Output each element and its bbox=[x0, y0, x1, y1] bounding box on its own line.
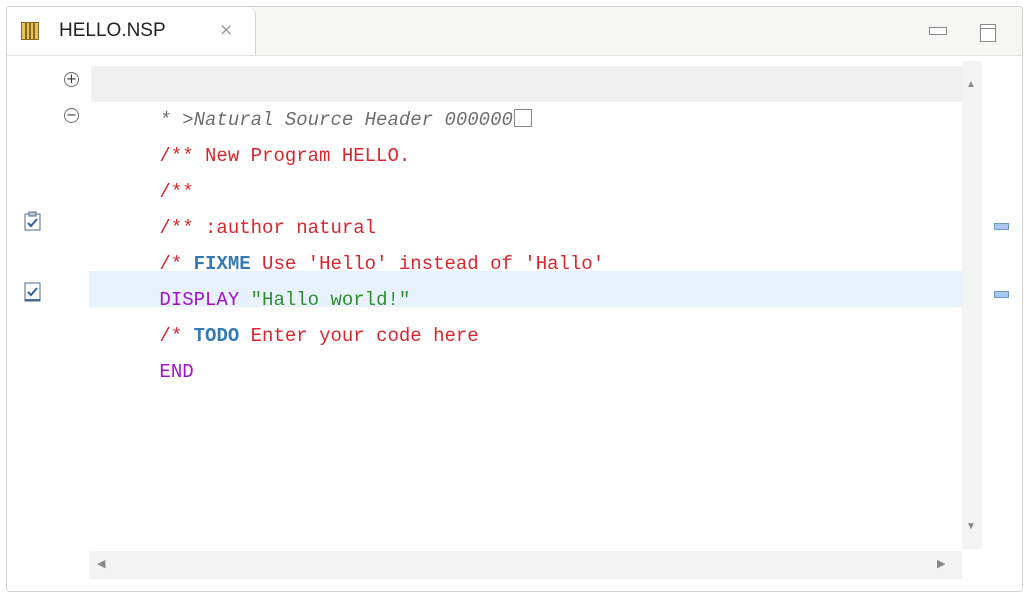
scroll-right-arrow-icon[interactable]: ▶ bbox=[937, 557, 945, 570]
tab-bar: HELLO.NSP ⨯ bbox=[7, 7, 1022, 56]
code-line-7[interactable]: /* TODO Enter your code here bbox=[91, 282, 478, 347]
code-line-6[interactable]: DISPLAY "Hallo world!" bbox=[91, 246, 410, 311]
code-line-5[interactable]: /* FIXME Use 'Hello' instead of 'Hallo' bbox=[91, 210, 604, 275]
horizontal-scrollbar[interactable] bbox=[89, 551, 962, 579]
todo-tag: TODO bbox=[193, 325, 240, 347]
code-line-2[interactable]: /** New Program HELLO. bbox=[91, 102, 410, 167]
minimize-icon[interactable] bbox=[929, 27, 947, 35]
close-icon[interactable]: ⨯ bbox=[219, 20, 233, 40]
expand-fold-icon[interactable]: + bbox=[64, 72, 79, 87]
vertical-scrollbar[interactable] bbox=[962, 61, 982, 549]
editor-window: HELLO.NSP ⨯ + − * >Natural Source Header… bbox=[6, 6, 1023, 592]
tab-title: HELLO.NSP bbox=[59, 20, 166, 41]
code-line-4[interactable]: /** :author natural bbox=[91, 174, 376, 239]
code-line-8[interactable]: END bbox=[91, 318, 193, 383]
end-keyword: END bbox=[159, 361, 194, 383]
fixme-task-icon[interactable] bbox=[24, 211, 42, 231]
collapse-fold-icon[interactable]: − bbox=[64, 108, 79, 123]
natural-file-icon bbox=[21, 22, 39, 40]
scroll-down-arrow-icon[interactable]: ▼ bbox=[966, 521, 976, 532]
folded-region-marker[interactable] bbox=[513, 108, 532, 127]
overview-ruler-fixme-marker[interactable] bbox=[994, 223, 1009, 230]
todo-task-icon[interactable] bbox=[24, 282, 42, 302]
scroll-up-arrow-icon[interactable]: ▲ bbox=[966, 79, 976, 90]
maximize-icon[interactable] bbox=[980, 24, 996, 42]
overview-ruler-todo-marker[interactable] bbox=[994, 291, 1009, 298]
code-editor[interactable]: + − * >Natural Source Header 000000 /** … bbox=[7, 56, 1022, 591]
scroll-left-arrow-icon[interactable]: ◀ bbox=[97, 557, 105, 570]
comment-text: Enter your code here bbox=[239, 325, 479, 347]
code-line-1[interactable]: * >Natural Source Header 000000 bbox=[91, 66, 962, 131]
comment-text: /** New Program HELLO. bbox=[159, 145, 411, 167]
code-line-3[interactable]: /** bbox=[91, 138, 193, 203]
tab-hello-nsp[interactable]: HELLO.NSP ⨯ bbox=[7, 7, 256, 55]
